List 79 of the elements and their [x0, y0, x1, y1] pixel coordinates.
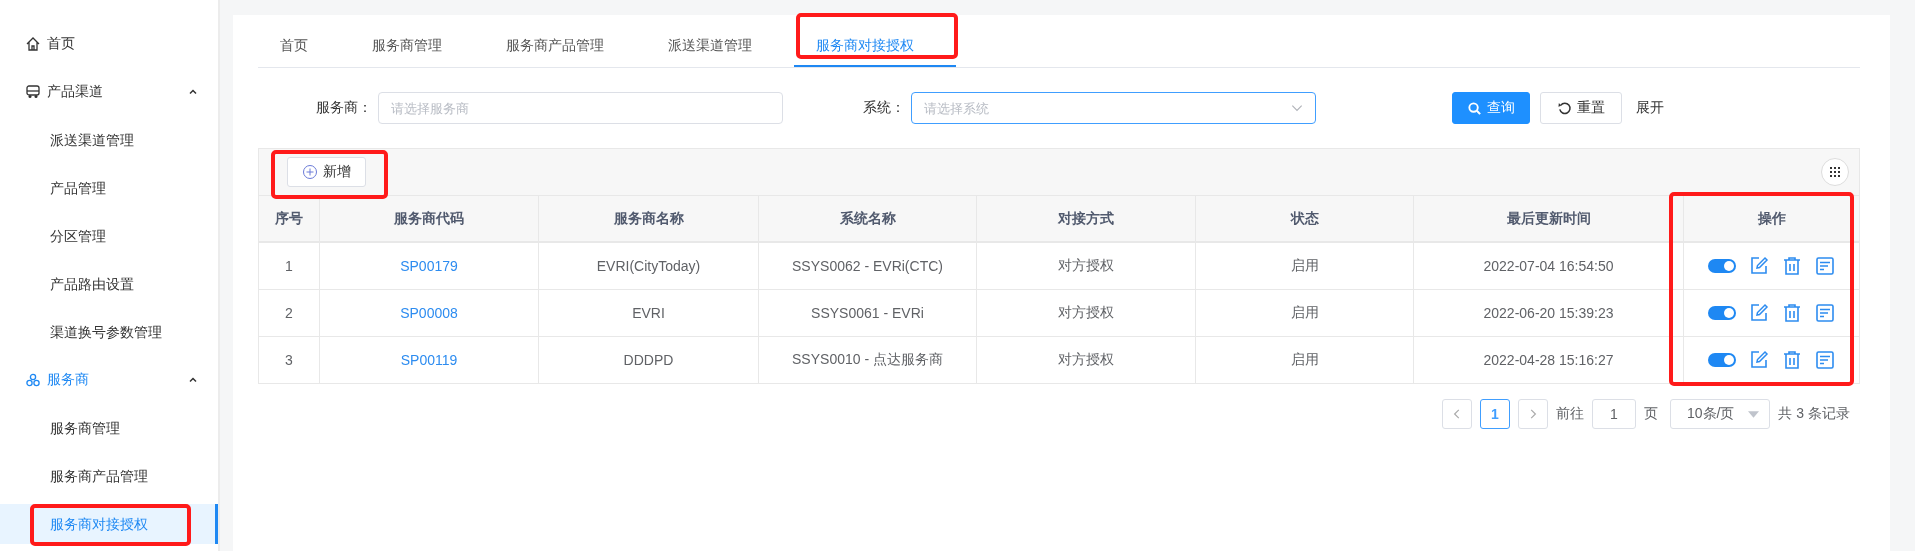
table-cell: 启用: [1290, 304, 1319, 322]
trash-icon[interactable]: [1782, 256, 1802, 276]
toggle-switch[interactable]: [1708, 353, 1736, 367]
table-cell: 1: [285, 258, 293, 274]
field-label: 系统：: [863, 99, 905, 117]
field-label: 服务商：: [316, 99, 372, 117]
table-cell: 对方授权: [1058, 304, 1114, 322]
column-header: 服务商名称: [539, 196, 759, 243]
column-header: 操作: [1684, 196, 1860, 243]
table-cell: 对方授权: [1058, 351, 1114, 369]
table-cell: EVRI(CityToday): [596, 258, 701, 274]
input-field[interactable]: 请选择服务商: [378, 92, 783, 124]
toggle-switch[interactable]: [1708, 306, 1736, 320]
sidebar-item[interactable]: 服务商管理: [0, 404, 218, 452]
sidebar-item[interactable]: 分区管理: [0, 212, 218, 260]
column-header: 状态: [1196, 196, 1414, 243]
grid-dots-icon: [1829, 166, 1841, 178]
code-link[interactable]: SP00119: [400, 352, 458, 368]
trash-icon[interactable]: [1782, 303, 1802, 323]
sidebar-item[interactable]: 产品路由设置: [0, 260, 218, 308]
chevron-up-icon: [188, 87, 198, 97]
table-cell: EVRI: [632, 305, 665, 321]
table-cell: 对方授权: [1058, 257, 1114, 275]
reset-button[interactable]: 重置: [1540, 92, 1622, 124]
tab[interactable]: 服务商管理: [350, 25, 484, 67]
sidebar-item[interactable]: 服务商产品管理: [0, 452, 218, 500]
column-header: 服务商代码: [320, 196, 539, 243]
goto-label: 前往: [1555, 405, 1584, 423]
document-icon[interactable]: [1815, 256, 1835, 276]
table-cell: DDDPD: [623, 352, 674, 368]
circles-icon: [25, 372, 41, 388]
sidebar-item[interactable]: 首页: [0, 20, 218, 68]
page-size-select[interactable]: 10条/页: [1669, 399, 1771, 429]
tab[interactable]: 首页: [258, 25, 350, 67]
tab[interactable]: 服务商对接授权: [794, 25, 956, 67]
document-icon[interactable]: [1815, 303, 1835, 323]
edit-icon[interactable]: [1749, 350, 1769, 370]
home-icon: [25, 36, 41, 52]
document-icon[interactable]: [1815, 350, 1835, 370]
edit-icon[interactable]: [1749, 303, 1769, 323]
tab[interactable]: 服务商产品管理: [484, 25, 646, 67]
table-cell: 3: [285, 352, 293, 368]
search-icon: [1467, 100, 1482, 116]
table-cell: 启用: [1290, 257, 1319, 275]
add-button[interactable]: 新增: [287, 157, 366, 187]
columns-button[interactable]: [1821, 158, 1849, 186]
trash-icon[interactable]: [1782, 350, 1802, 370]
page-unit-label: 页: [1643, 405, 1658, 423]
code-link[interactable]: SP00179: [400, 258, 458, 274]
expand-link[interactable]: 展开: [1636, 99, 1664, 117]
tab[interactable]: 派送渠道管理: [646, 25, 794, 67]
table-cell: 启用: [1290, 351, 1319, 369]
total-count: 共 3 条记录: [1778, 405, 1850, 423]
truck-icon: [25, 84, 41, 100]
sidebar-item[interactable]: 产品渠道: [0, 68, 218, 116]
column-header: 对接方式: [977, 196, 1196, 243]
column-header: 最后更新时间: [1414, 196, 1684, 243]
caret-down-icon: [1748, 410, 1760, 418]
plus-circle-icon: [302, 164, 318, 180]
sidebar-item[interactable]: 渠道换号参数管理: [0, 308, 218, 356]
code-link[interactable]: SP00008: [400, 305, 458, 321]
select-field[interactable]: 请选择系统: [911, 92, 1316, 124]
table-cell: 2022-06-20 15:39:23: [1483, 305, 1614, 321]
refresh-icon: [1557, 100, 1572, 116]
table-cell: SSYS0062 - EVRi(CTC): [792, 258, 943, 274]
page-input[interactable]: 1: [1591, 399, 1636, 429]
toggle-switch[interactable]: [1708, 259, 1736, 273]
table-cell: SSYS0010 - 点达服务商: [792, 351, 943, 369]
table-cell: SSYS0061 - EVRi: [811, 305, 924, 321]
table-cell: 2022-04-28 15:16:27: [1483, 352, 1614, 368]
column-header: 系统名称: [759, 196, 977, 243]
sidebar-item[interactable]: 产品管理: [0, 164, 218, 212]
column-header: 序号: [259, 196, 320, 243]
edit-icon[interactable]: [1749, 256, 1769, 276]
chevron-up-icon: [188, 375, 198, 385]
sidebar-item[interactable]: 服务商: [0, 356, 218, 404]
sidebar-item[interactable]: 派送渠道管理: [0, 116, 218, 164]
table-cell: 2: [285, 305, 293, 321]
table-cell: 2022-07-04 16:54:50: [1483, 258, 1614, 274]
